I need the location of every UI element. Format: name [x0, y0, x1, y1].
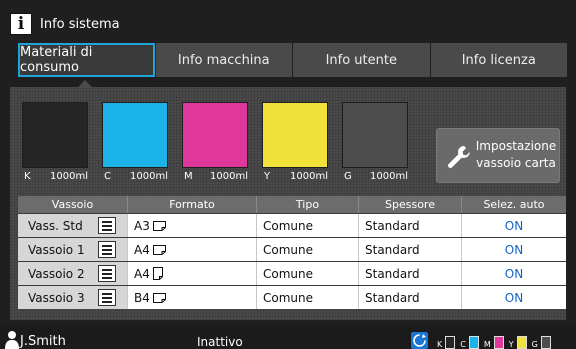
auto-select-value: ON [504, 290, 524, 305]
paper-landscape-icon [152, 220, 166, 231]
paper-thickness: Standard [359, 214, 462, 237]
auto-select-value: ON [504, 266, 524, 281]
tray-table: Vassoio Formato Tipo Spessore Selez. aut… [18, 196, 566, 309]
ink-swatch-k [22, 102, 88, 168]
tray-name: Vassoio 2 [28, 266, 85, 281]
mini-ink-k: K [437, 336, 456, 349]
paper-thickness: Standard [359, 238, 462, 261]
ink-volume: 1000ml [290, 171, 328, 182]
header-type: Tipo [257, 196, 359, 213]
paper-thickness: Standard [359, 286, 462, 309]
status-bar: J.Smith Inattivo K C M Y G [0, 327, 576, 349]
paper-format: A4 [134, 242, 150, 257]
list-icon[interactable] [98, 241, 116, 258]
paper-type: Comune [257, 238, 359, 261]
mini-ink-m: M [484, 336, 504, 349]
paper-type: Comune [257, 286, 359, 309]
paper-landscape-icon [152, 244, 166, 255]
ink-card-m: M 1000ml [182, 102, 248, 185]
table-header: Vassoio Formato Tipo Spessore Selez. aut… [18, 196, 566, 213]
ink-status-indicators: K C M Y G [411, 330, 551, 349]
header-thickness: Spessore [359, 196, 462, 213]
tab-user-info[interactable]: Info utente [293, 43, 430, 77]
ink-letter: G [344, 171, 352, 182]
tab-license-info[interactable]: Info licenza [430, 43, 568, 77]
tray-name: Vassoio 3 [28, 290, 85, 305]
ink-card-y: Y 1000ml [262, 102, 328, 185]
table-row[interactable]: Vassoio 1 A4 Comune Standard ON [18, 237, 566, 261]
table-row[interactable]: Vass. Std A3 Comune Standard ON [18, 213, 566, 237]
wrench-icon [447, 145, 470, 169]
ink-letter: C [104, 171, 111, 182]
user-icon [5, 331, 19, 349]
list-icon[interactable] [98, 217, 116, 234]
ink-volume: 1000ml [50, 171, 88, 182]
auto-select-value: ON [504, 242, 524, 257]
header-tray: Vassoio [18, 196, 128, 213]
ink-volume: 1000ml [370, 171, 408, 182]
paper-thickness: Standard [359, 262, 462, 285]
user-name: J.Smith [20, 334, 66, 349]
mini-ink-g: G [532, 336, 551, 349]
list-icon[interactable] [98, 265, 116, 282]
header-format: Formato [128, 196, 257, 213]
tray-name: Vass. Std [28, 218, 83, 233]
info-icon: i [10, 13, 32, 35]
ink-swatch-c [102, 102, 168, 168]
tab-bar: Materiali di consumo Info macchina Info … [18, 43, 568, 77]
ink-card-k: K 1000ml [22, 102, 88, 185]
ink-letter: K [24, 171, 31, 182]
ink-volume: 1000ml [130, 171, 168, 182]
ink-swatch-g [342, 102, 408, 168]
paper-format: A4 [134, 266, 150, 281]
tab-machine-info[interactable]: Info macchina [155, 43, 293, 77]
system-info-screen: i Info sistema Materiali di consumo Info… [0, 0, 576, 349]
ink-letter: M [184, 171, 193, 182]
mini-ink-y: Y [509, 336, 527, 349]
tray-settings-label-line1: Impostazione [475, 139, 557, 153]
mini-ink-c: C [460, 336, 479, 349]
machine-state: Inattivo [197, 335, 243, 349]
page-title: Info sistema [40, 16, 120, 32]
paper-format: A3 [134, 218, 150, 233]
tray-settings-button[interactable]: Impostazione vassoio carta [436, 128, 560, 183]
paper-type: Comune [257, 262, 359, 285]
ink-swatch-m [182, 102, 248, 168]
header-auto-select: Selez. auto [483, 198, 545, 211]
table-row[interactable]: Vassoio 3 B4 Comune Standard ON [18, 285, 566, 309]
ink-swatch-y [262, 102, 328, 168]
table-row[interactable]: Vassoio 2 A4 Comune Standard ON [18, 261, 566, 285]
ink-card-g: G 1000ml [342, 102, 408, 185]
paper-type: Comune [257, 214, 359, 237]
ink-card-c: C 1000ml [102, 102, 168, 185]
active-tab-pointer [77, 80, 93, 88]
ink-volume: 1000ml [210, 171, 248, 182]
tray-name: Vassoio 1 [28, 242, 85, 257]
title-bar: i Info sistema [10, 12, 120, 36]
paper-format: B4 [134, 290, 150, 305]
list-icon[interactable] [98, 289, 116, 306]
paper-portrait-icon [152, 267, 163, 280]
sync-icon[interactable] [411, 332, 428, 349]
tab-consumables[interactable]: Materiali di consumo [18, 43, 155, 77]
paper-landscape-icon [152, 292, 166, 303]
ink-letter: Y [264, 171, 271, 182]
auto-select-value: ON [504, 218, 524, 233]
tray-settings-label-line2: vassoio carta [476, 156, 556, 170]
